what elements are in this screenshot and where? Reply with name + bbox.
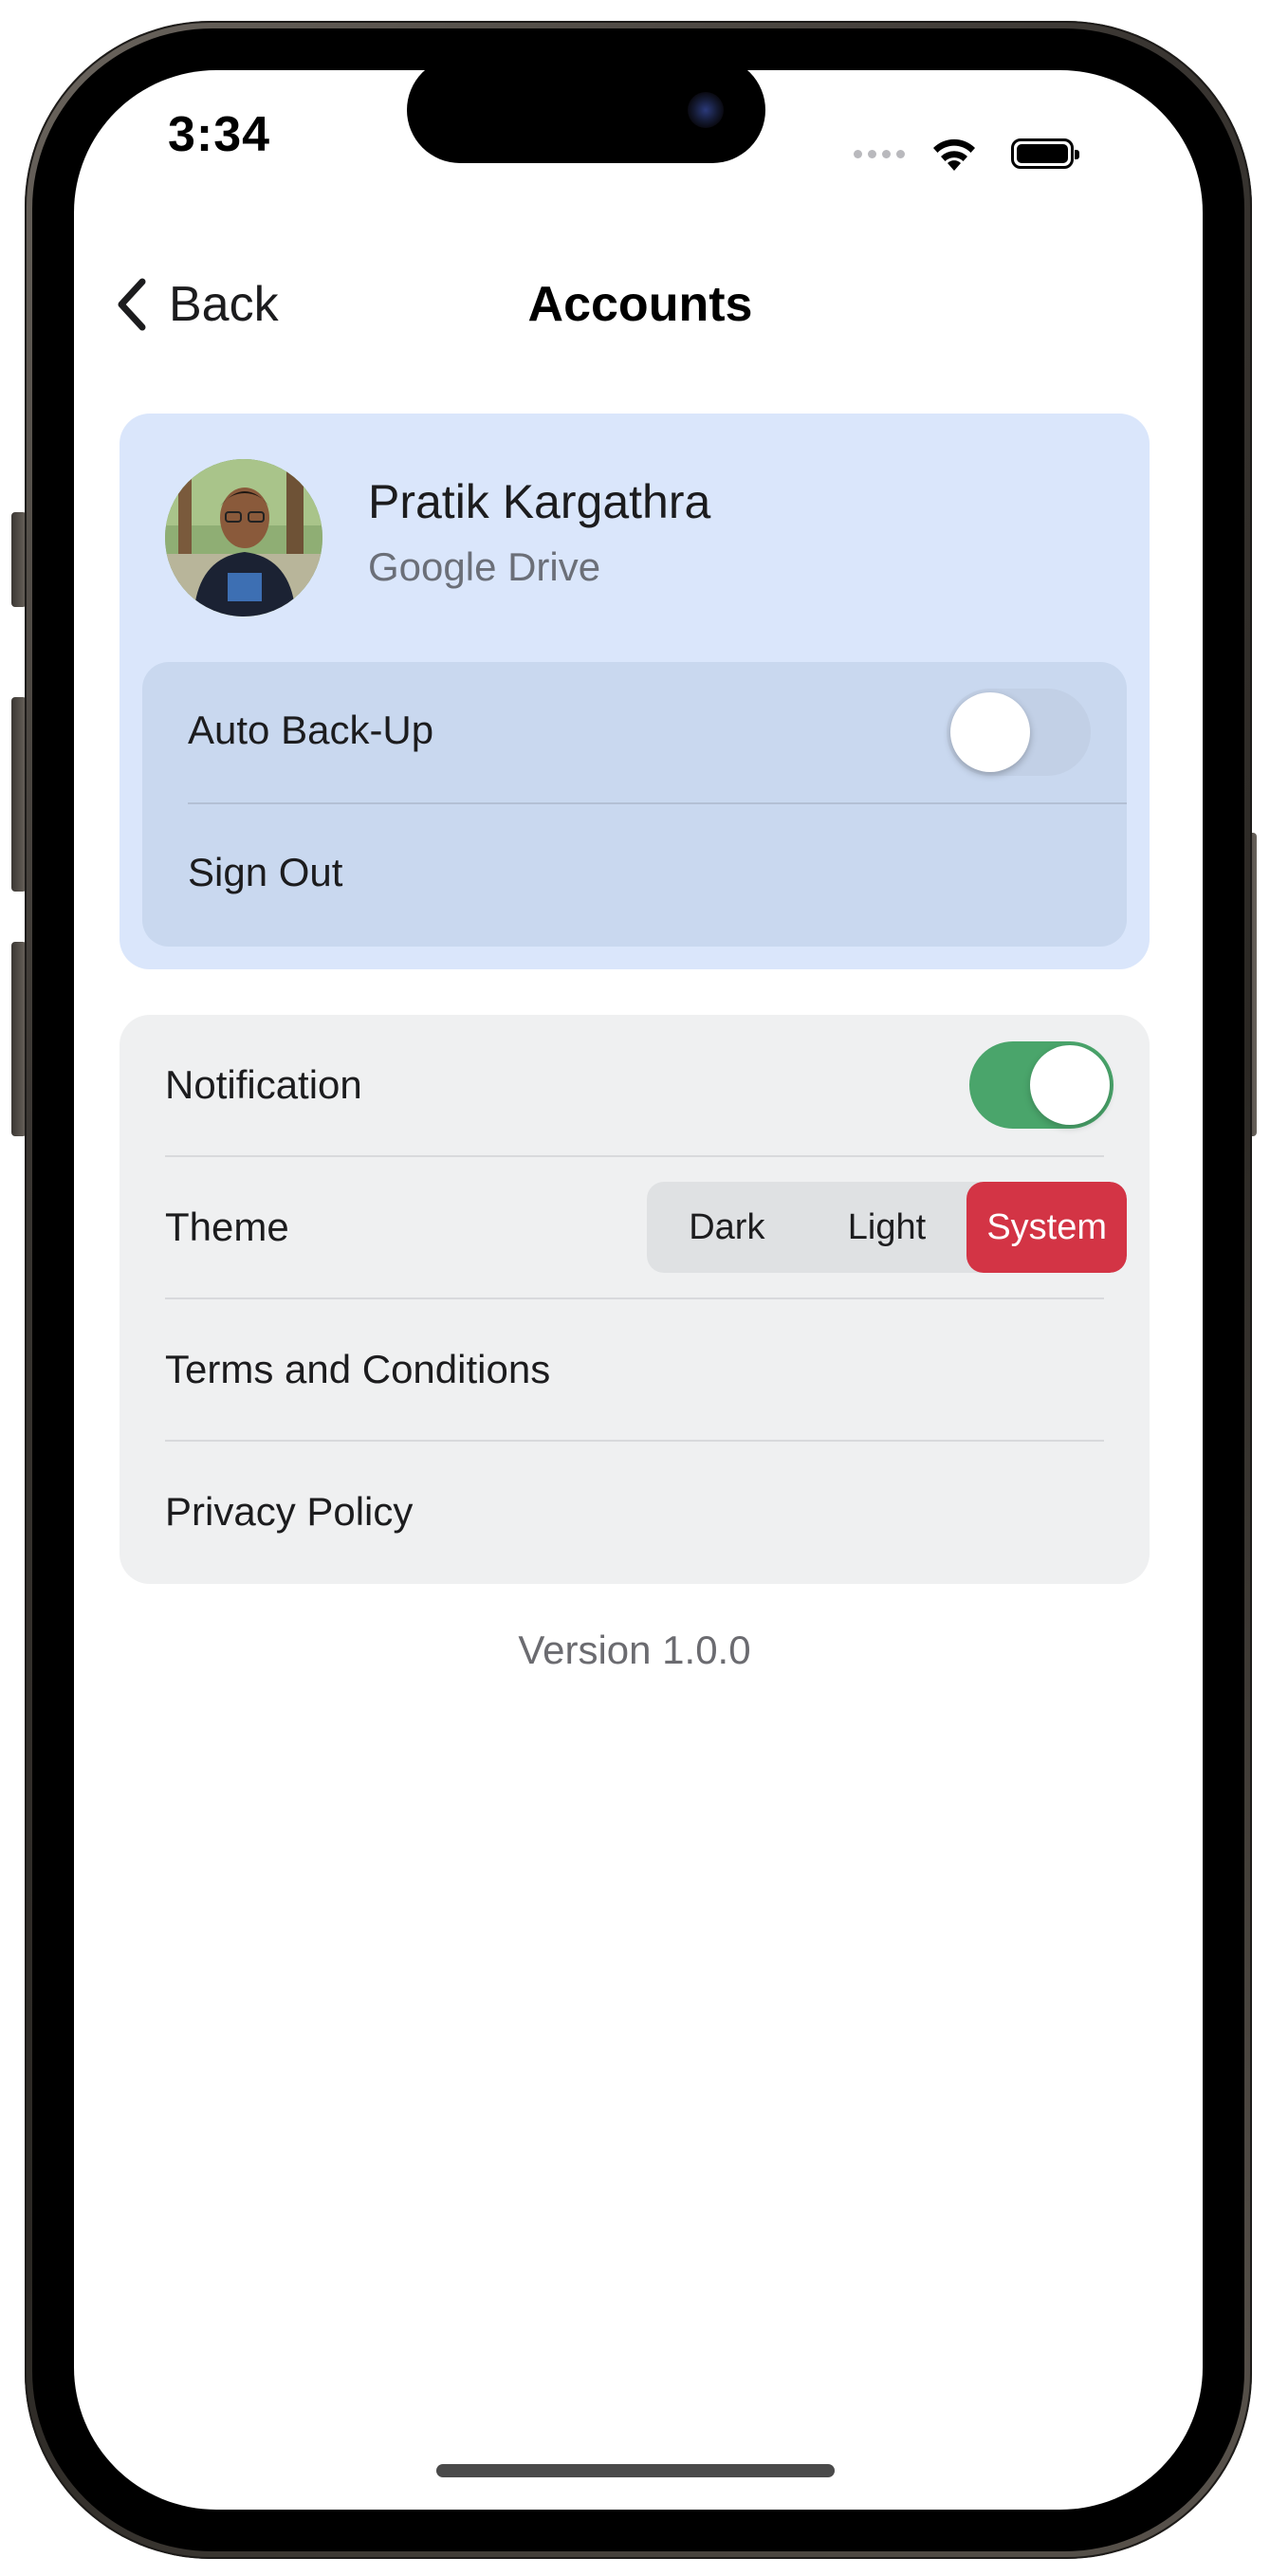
account-name: Pratik Kargathra — [368, 475, 711, 528]
toggle-knob — [1030, 1045, 1110, 1125]
avatar — [165, 459, 322, 616]
signal-dots-icon — [854, 150, 911, 159]
divider — [165, 1440, 1104, 1442]
terms-link[interactable]: Terms and Conditions — [165, 1347, 550, 1392]
notification-toggle[interactable] — [969, 1041, 1114, 1129]
sign-out-button[interactable]: Sign Out — [188, 850, 342, 895]
dynamic-island — [407, 57, 765, 163]
battery-icon — [1011, 138, 1079, 169]
toggle-knob — [950, 692, 1030, 772]
page-title: Accounts — [527, 277, 753, 332]
front-camera-icon — [688, 92, 724, 128]
wifi-icon — [933, 138, 975, 171]
theme-label: Theme — [165, 1205, 289, 1249]
account-options: Auto Back-Up Sign Out — [142, 662, 1127, 947]
account-service: Google Drive — [368, 544, 601, 589]
back-label: Back — [169, 277, 279, 332]
theme-segmented-control: Dark Light System — [647, 1182, 1127, 1273]
app-screen: 3:34 Back Accounts Pratik Kargathra Goog… — [0, 0, 1270, 2576]
status-time: 3:34 — [167, 107, 271, 162]
back-button[interactable]: Back — [112, 271, 279, 338]
chevron-left-icon — [118, 278, 146, 331]
account-card: Pratik Kargathra Google Drive Auto Back-… — [120, 414, 1150, 969]
theme-option-system[interactable]: System — [966, 1182, 1127, 1273]
divider — [188, 802, 1127, 804]
notification-label: Notification — [165, 1062, 362, 1107]
divider — [165, 1155, 1104, 1157]
divider — [165, 1297, 1104, 1299]
theme-option-light[interactable]: Light — [807, 1182, 967, 1273]
auto-backup-toggle[interactable] — [947, 689, 1091, 776]
auto-backup-label: Auto Back-Up — [188, 708, 434, 752]
home-indicator[interactable] — [436, 2464, 835, 2477]
privacy-link[interactable]: Privacy Policy — [165, 1489, 413, 1535]
settings-card: Notification Theme Dark Light System Ter… — [120, 1015, 1150, 1584]
app-version: Version 1.0.0 — [518, 1628, 751, 1672]
theme-option-dark[interactable]: Dark — [647, 1182, 807, 1273]
